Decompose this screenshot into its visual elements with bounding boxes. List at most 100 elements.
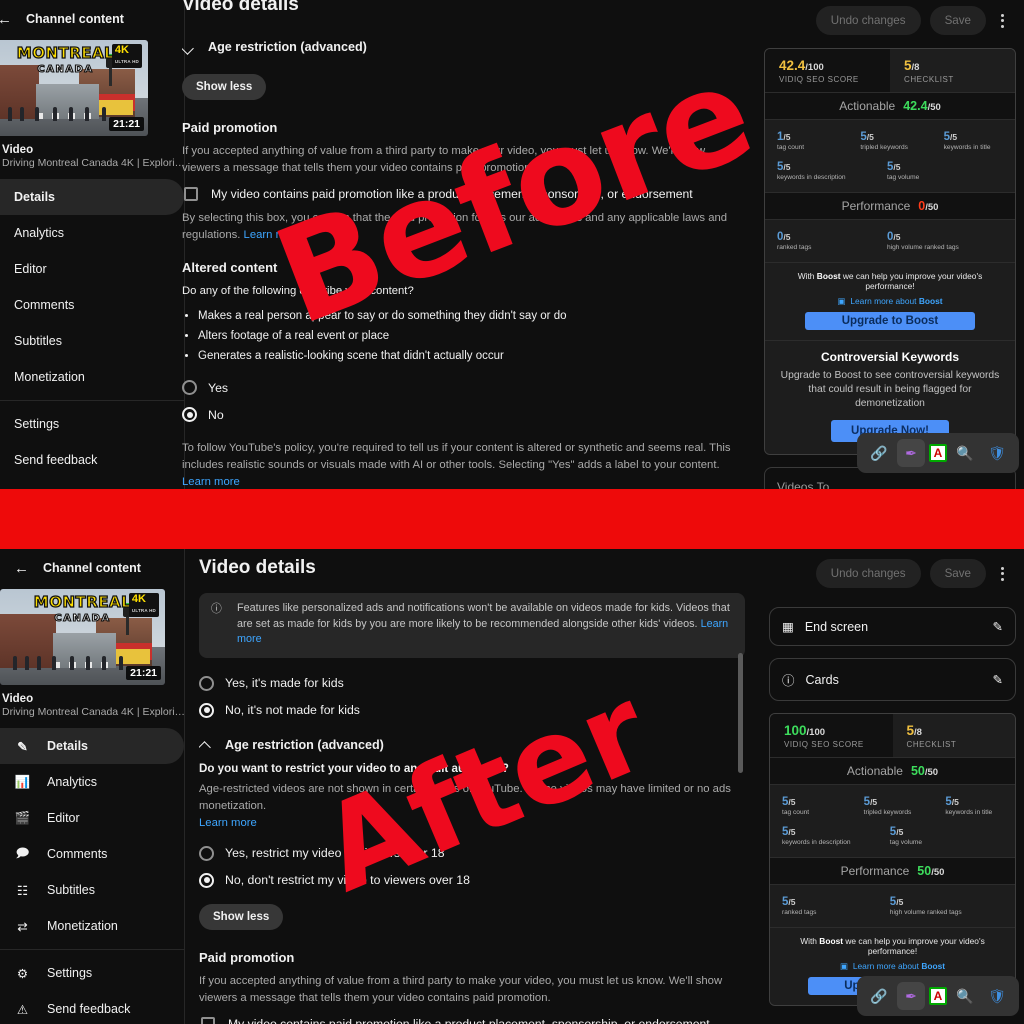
radio-icon-selected[interactable]: [182, 407, 197, 423]
restrict-yes-row[interactable]: Yes, restrict my video to viewers over 1…: [199, 840, 745, 867]
metric-keywords-in-description: 5/5 keywords in description: [782, 826, 851, 846]
sidebar-item-editor[interactable]: 🎬 Editor: [0, 251, 184, 287]
radio-icon[interactable]: [199, 675, 214, 691]
checkbox-icon[interactable]: [184, 186, 198, 201]
tab-seo-score[interactable]: 100/100 VIDIQ SEO SCORE: [770, 714, 893, 757]
age-restriction-toggle[interactable]: Age restriction (advanced): [182, 40, 740, 54]
quality-badge: 4K ULTRA HD: [128, 593, 159, 617]
altered-no-row[interactable]: No: [182, 401, 740, 428]
pencil-icon[interactable]: ✎: [993, 672, 1003, 687]
link-icon[interactable]: 🔗: [865, 982, 893, 1010]
search-key-icon[interactable]: 🔍: [951, 439, 979, 467]
sidebar-item-label: Analytics: [47, 775, 98, 789]
learn-more-link[interactable]: Learn more: [182, 476, 240, 488]
video-thumbnail[interactable]: MONTREAL CANADA 4K ULTRA HD 21:21: [0, 40, 148, 136]
altered-content-note: To follow YouTube's policy, you're requi…: [182, 442, 731, 488]
upgrade-to-boost-button[interactable]: Upgrade to Boost: [805, 312, 975, 330]
undo-changes-button[interactable]: Undo changes: [815, 559, 921, 588]
sidebar-item-analytics[interactable]: 📊 Analytics: [0, 764, 184, 800]
main-content: Video details ⓘ Features like personaliz…: [185, 549, 761, 1024]
red-divider-band: [0, 489, 1024, 549]
vertical-scrollbar[interactable]: [738, 653, 743, 773]
sidebar-item-monetization[interactable]: ⇄ Monetization: [0, 908, 184, 944]
sidebar-item-analytics[interactable]: 📊 Analytics: [0, 215, 184, 251]
kebab-menu-icon[interactable]: [995, 563, 1010, 585]
sidebar-item-subtitles[interactable]: ☷ Subtitles: [0, 872, 184, 908]
paid-promotion-checkbox-row[interactable]: My video contains paid promotion like a …: [201, 1016, 745, 1024]
sidebar-item-settings[interactable]: ⚙ Settings: [0, 406, 184, 442]
sidebar-item-comments[interactable]: 🗩 Comments: [0, 287, 184, 323]
after-pane: ← Channel content MONTREAL CANADA 4K ULT…: [0, 549, 1024, 1024]
sidebar-header-label: Channel content: [43, 561, 141, 575]
sidebar-item-details[interactable]: ✎ Details: [0, 179, 184, 215]
sidebar-item-details[interactable]: ✎ Details: [0, 728, 184, 764]
back-arrow-icon[interactable]: ←: [0, 12, 12, 27]
checkbox-icon[interactable]: [201, 1016, 215, 1024]
video-thumbnail[interactable]: MONTREAL CANADA 4K ULTRA HD 21:21: [0, 589, 165, 685]
video-title: Driving Montreal Canada 4K | Explori…: [2, 157, 186, 169]
checklist-value: 5/8: [904, 58, 920, 73]
boost-learn-more[interactable]: ▣ Learn more about Boost: [775, 296, 1005, 306]
learn-more-link[interactable]: Learn more: [199, 817, 257, 829]
sidebar-item-label: Analytics: [14, 226, 65, 240]
boost-learn-more[interactable]: ▣ Learn more about Boost: [780, 961, 1005, 971]
sidebar-item-label: Subtitles: [47, 883, 95, 897]
kebab-menu-icon[interactable]: [995, 10, 1010, 32]
sidebar-item-subtitles[interactable]: ☷ Subtitles: [0, 323, 184, 359]
learn-more-link[interactable]: Learn more: [244, 229, 302, 241]
undo-changes-button[interactable]: Undo changes: [815, 6, 921, 35]
save-button[interactable]: Save: [929, 6, 986, 35]
details-form: ⓘ Features like personalized ads and not…: [199, 593, 745, 1024]
page-title: Video details: [182, 0, 299, 15]
sidebar-item-monetization[interactable]: ⇄ Monetization: [0, 359, 184, 395]
adblock-icon[interactable]: A: [929, 987, 947, 1005]
sidebar-header[interactable]: ← Channel content: [0, 0, 184, 38]
altered-content-question: Do any of the following describe your co…: [182, 284, 414, 297]
tab-checklist[interactable]: 5/8 CHECKLIST: [892, 714, 1015, 757]
restrict-no-row[interactable]: No, don't restrict my video to viewers o…: [199, 867, 745, 894]
metric-high-volume-ranked-tags: 0/5 high volume ranked tags: [887, 231, 959, 251]
age-restriction-label: Age restriction (advanced): [208, 40, 367, 54]
kids-no-row[interactable]: No, it's not made for kids: [199, 697, 745, 724]
search-key-icon[interactable]: 🔍: [951, 982, 979, 1010]
sidebar-item-label: Settings: [47, 966, 93, 980]
sidebar-item-editor[interactable]: 🎬 Editor: [0, 800, 184, 836]
tab-seo-score[interactable]: 42.4/100 VIDIQ SEO SCORE: [765, 49, 890, 92]
link-icon[interactable]: 🔗: [865, 439, 893, 467]
radio-icon[interactable]: [199, 845, 214, 861]
quality-badge: 4K ULTRA HD: [111, 44, 142, 68]
sidebar-item-label: Details: [47, 739, 88, 753]
sidebar-item-settings[interactable]: ⚙ Settings: [0, 955, 184, 991]
sidebar-item-send-feedback[interactable]: ⚠ Send feedback: [0, 442, 184, 478]
performance-value: 0/50: [918, 199, 939, 213]
back-arrow-icon[interactable]: ←: [14, 561, 29, 576]
adblock-icon[interactable]: A: [929, 444, 947, 462]
radio-icon-selected[interactable]: [199, 702, 214, 718]
sidebar-item-send-feedback[interactable]: ⚠ Send feedback: [0, 991, 184, 1024]
cards-card[interactable]: ⓘ Cards ✎: [769, 658, 1016, 701]
performance-bar: Performance 0/50: [765, 192, 1015, 220]
sidebar-item-comments[interactable]: 🗩 Comments: [0, 836, 184, 872]
radio-icon-selected[interactable]: [199, 872, 214, 888]
feather-icon[interactable]: ✒: [897, 439, 925, 467]
show-less-button[interactable]: Show less: [199, 903, 284, 930]
show-less-button[interactable]: Show less: [182, 74, 267, 100]
tab-checklist[interactable]: 5/8 CHECKLIST: [890, 49, 1015, 92]
kids-yes-row[interactable]: Yes, it's made for kids: [199, 670, 745, 697]
paid-promotion-checkbox-row[interactable]: My video contains paid promotion like a …: [184, 186, 740, 201]
feather-icon[interactable]: ✒: [897, 982, 925, 1010]
checklist-value: 5/8: [906, 723, 922, 738]
boost-text: With Boost we can help you improve your …: [797, 271, 983, 291]
end-screen-card[interactable]: ▦ End screen ✎: [769, 607, 1016, 646]
save-button[interactable]: Save: [929, 559, 986, 588]
age-restriction-toggle[interactable]: Age restriction (advanced): [199, 738, 745, 752]
actionable-bar: Actionable 42.4/50: [765, 92, 1015, 120]
controversial-title: Controversial Keywords: [820, 350, 960, 364]
cards-label: Cards: [805, 672, 839, 687]
pencil-icon[interactable]: ✎: [993, 619, 1003, 634]
shield-warning-icon[interactable]: 🛡: [983, 439, 1011, 467]
radio-icon[interactable]: [182, 380, 197, 396]
shield-warning-icon[interactable]: 🛡: [983, 982, 1011, 1010]
altered-yes-row[interactable]: Yes: [182, 374, 740, 401]
sidebar-header[interactable]: ← Channel content: [0, 549, 184, 587]
